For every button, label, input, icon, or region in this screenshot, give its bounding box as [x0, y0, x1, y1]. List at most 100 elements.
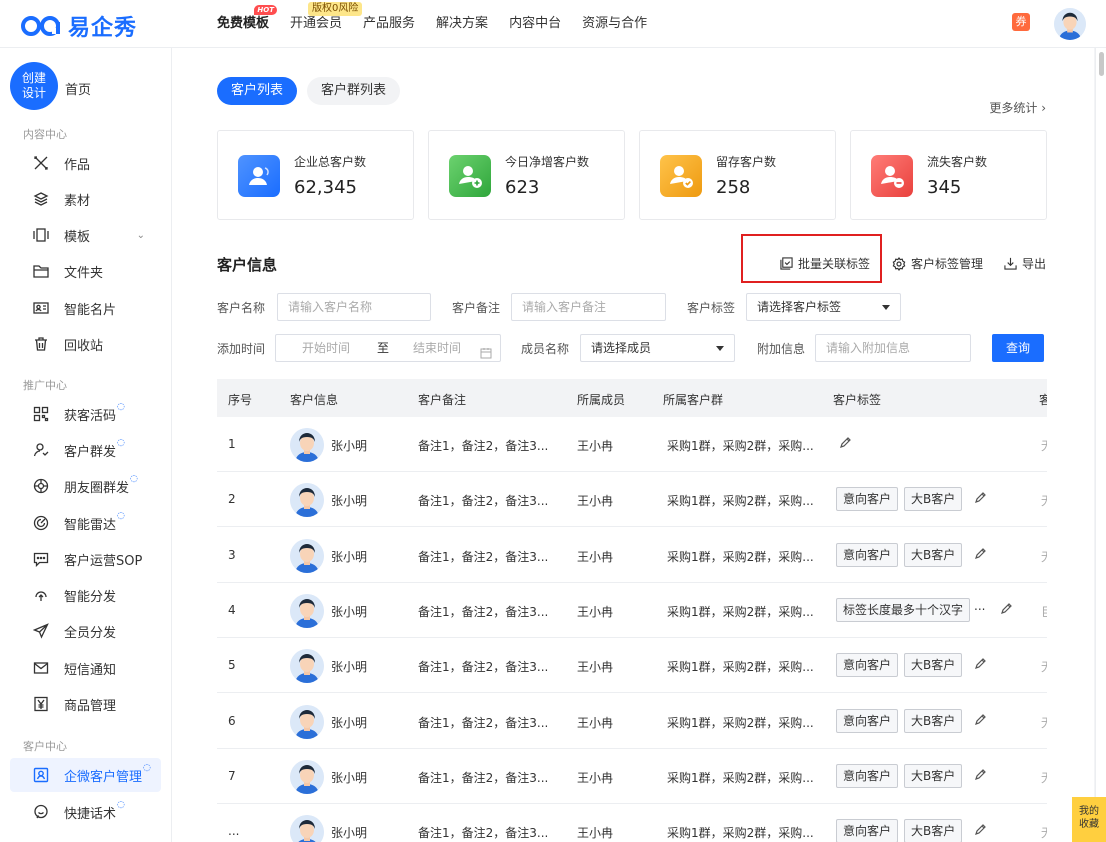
- sidebar-item-goods[interactable]: 商品管理: [10, 687, 161, 721]
- row-index: 6: [228, 713, 236, 728]
- sidebar-item-label: 快捷话术: [64, 806, 117, 822]
- customer-name[interactable]: 张小明: [331, 824, 367, 841]
- table-row[interactable]: 1 张小明 备注1，备注2，备注3... 王小冉 采购1群，采购2群，采购... 无: [217, 417, 1047, 472]
- avatar: [290, 538, 324, 573]
- customer-name[interactable]: 张小明: [331, 658, 367, 675]
- member-select[interactable]: 请选择成员: [580, 334, 735, 362]
- edit-icon[interactable]: [974, 713, 987, 730]
- layers-icon: [33, 191, 49, 207]
- col-header: 序号: [228, 393, 253, 407]
- extra-info-input[interactable]: 请输入附加信息: [815, 334, 971, 362]
- batch-tag-button[interactable]: 批量关联标签: [780, 255, 870, 272]
- qrcode-icon: [33, 406, 49, 422]
- customer-groups: 采购1群，采购2群，采购...: [667, 549, 814, 564]
- sidebar-item-templates[interactable]: 模板 ⌄: [10, 218, 161, 252]
- customer-name[interactable]: 张小明: [331, 769, 367, 786]
- stat-label: 企业总客户数: [294, 155, 367, 169]
- more-stats-link[interactable]: 更多统计 ›: [989, 99, 1046, 116]
- sidebar-item-sop[interactable]: 客户运营SOP: [10, 542, 161, 576]
- sidebar-item-smart-share[interactable]: 智能分发: [10, 578, 161, 612]
- sidebar-item-qrcode[interactable]: 获客活码 ◌: [10, 397, 161, 431]
- table-row[interactable]: 7 张小明 备注1，备注2，备注3... 王小冉 采购1群，采购2群，采购... 意向客户…: [217, 749, 1047, 804]
- nav-resources[interactable]: 资源与合作: [582, 0, 647, 48]
- edit-icon[interactable]: [974, 657, 987, 674]
- section-title-promo: 推广中心: [23, 379, 67, 392]
- tab-customer-list[interactable]: 客户列表: [217, 77, 298, 105]
- filter-remark-label: 客户备注: [452, 301, 501, 315]
- my-favorites-button[interactable]: 我的 收藏: [1072, 797, 1106, 842]
- nav-label: 开通会员: [290, 16, 343, 31]
- customer-name-input[interactable]: 请输入客户名称: [277, 293, 431, 321]
- more-tags[interactable]: ...: [974, 599, 985, 613]
- edit-icon[interactable]: [839, 436, 852, 453]
- stat-value: 623: [505, 177, 540, 198]
- template-icon: [33, 227, 49, 243]
- customer-tag: 意向客户: [836, 708, 899, 733]
- customer-name[interactable]: 张小明: [331, 437, 367, 454]
- table-row[interactable]: 6 张小明 备注1，备注2，备注3... 王小冉 采购1群，采购2群，采购... 意向客户…: [217, 694, 1047, 749]
- avatar: [290, 593, 324, 628]
- sidebar-item-home[interactable]: 首页: [65, 79, 91, 98]
- export-button[interactable]: 导出: [1004, 255, 1046, 272]
- table-row[interactable]: ... 张小明 备注1，备注2，备注3... 王小冉 采购1群，采购2群，采购... 意向…: [217, 804, 1047, 842]
- edit-icon[interactable]: [974, 547, 987, 564]
- customer-name[interactable]: 张小明: [331, 603, 367, 620]
- sidebar-item-quick-reply[interactable]: 快捷话术 ◌: [10, 795, 161, 829]
- nav-free-templates[interactable]: 免费模板 HOT: [217, 0, 278, 48]
- nav-solutions[interactable]: 解决方案: [436, 0, 488, 48]
- sidebar-item-all-share[interactable]: 全员分发: [10, 614, 161, 648]
- sidebar-item-wecom-customers[interactable]: 企微客户管理 ◌: [10, 758, 161, 792]
- sidebar-item-radar[interactable]: 智能雷达 ◌: [10, 506, 161, 540]
- sidebar-item-trash[interactable]: 回收站: [10, 327, 161, 361]
- customer-groups: 采购1群，采购2群，采购...: [667, 826, 814, 841]
- nav-products[interactable]: 产品服务: [363, 0, 415, 48]
- edit-icon[interactable]: [974, 823, 987, 840]
- nav-membership[interactable]: 开通会员 版权0风险: [290, 0, 363, 48]
- table-row[interactable]: 2 张小明 备注1，备注2，备注3... 王小冉 采购1群，采购2群，采购... 意向客户…: [217, 472, 1047, 528]
- caret-down-icon: [716, 346, 724, 351]
- sidebar-item-moments[interactable]: 朋友圈群发 ◌: [10, 469, 161, 503]
- table-row[interactable]: 5 张小明 备注1，备注2，备注3... 王小冉 采购1群，采购2群，采购... 意向客户…: [217, 638, 1047, 694]
- select-value: 请选择客户标签: [757, 300, 842, 314]
- customer-remark-input[interactable]: 请输入客户备注: [511, 293, 666, 321]
- table-row[interactable]: 3 张小明 备注1，备注2，备注3... 王小冉 采购1群，采购2群，采购... 意向客户…: [217, 528, 1047, 583]
- sidebar-item-sms[interactable]: 短信通知: [10, 651, 161, 685]
- edit-icon[interactable]: [974, 491, 987, 508]
- stat-label: 今日净增客户数: [505, 155, 590, 169]
- query-button[interactable]: 查询: [992, 334, 1044, 362]
- customer-remark: 备注1，备注2，备注3...: [418, 439, 549, 453]
- customer-name[interactable]: 张小明: [331, 548, 367, 565]
- scrollbar-thumb[interactable]: [1099, 52, 1104, 76]
- sidebar-item-materials[interactable]: 素材: [10, 182, 161, 216]
- tag-manage-label: 客户标签管理: [911, 257, 984, 271]
- edit-icon[interactable]: [974, 768, 987, 785]
- tag-manage-button[interactable]: 客户标签管理: [892, 255, 983, 272]
- nav-content-hub[interactable]: 内容中台: [509, 0, 561, 48]
- coupon-icon[interactable]: 券: [1012, 13, 1030, 31]
- sidebar-item-folder[interactable]: 文件夹: [10, 254, 161, 288]
- user-avatar[interactable]: [1054, 8, 1086, 40]
- brand-logo[interactable]: 易企秀: [20, 10, 137, 42]
- top-bar: 易企秀 免费模板 HOT 开通会员 版权0风险 产品服务 解决方案 内容中台 资…: [0, 0, 1106, 48]
- sidebar-item-card[interactable]: 智能名片: [10, 291, 161, 325]
- row-index: 3: [228, 547, 236, 562]
- edit-icon[interactable]: [1000, 602, 1013, 619]
- table-row[interactable]: 4 张小明 备注1，备注2，备注3... 王小冉 采购1群，采购2群，采购... 标签长度…: [217, 583, 1047, 638]
- member-name: 王小冉: [577, 494, 614, 509]
- tab-group-list[interactable]: 客户群列表: [307, 77, 401, 105]
- filter-name-label: 客户名称: [217, 301, 266, 315]
- member-name: 王小冉: [577, 604, 614, 619]
- create-design-button[interactable]: 创建 设计: [10, 62, 58, 110]
- scrollbar[interactable]: [1095, 48, 1106, 842]
- chevron-down-icon[interactable]: ⌄: [137, 230, 145, 241]
- date-range-input[interactable]: 开始时间 至 结束时间: [275, 334, 501, 362]
- section-title: 客户信息: [217, 256, 278, 274]
- customer-name[interactable]: 张小明: [331, 714, 367, 731]
- sidebar-item-mass-send[interactable]: 客户群发 ◌: [10, 433, 161, 467]
- folder-icon: [33, 263, 49, 279]
- customer-name[interactable]: 张小明: [331, 492, 367, 509]
- sidebar-item-works[interactable]: 作品: [10, 146, 161, 180]
- fav-label-1: 我的: [1079, 806, 1099, 817]
- customer-tag-select[interactable]: 请选择客户标签: [746, 293, 901, 321]
- stat-value: 345: [927, 177, 962, 198]
